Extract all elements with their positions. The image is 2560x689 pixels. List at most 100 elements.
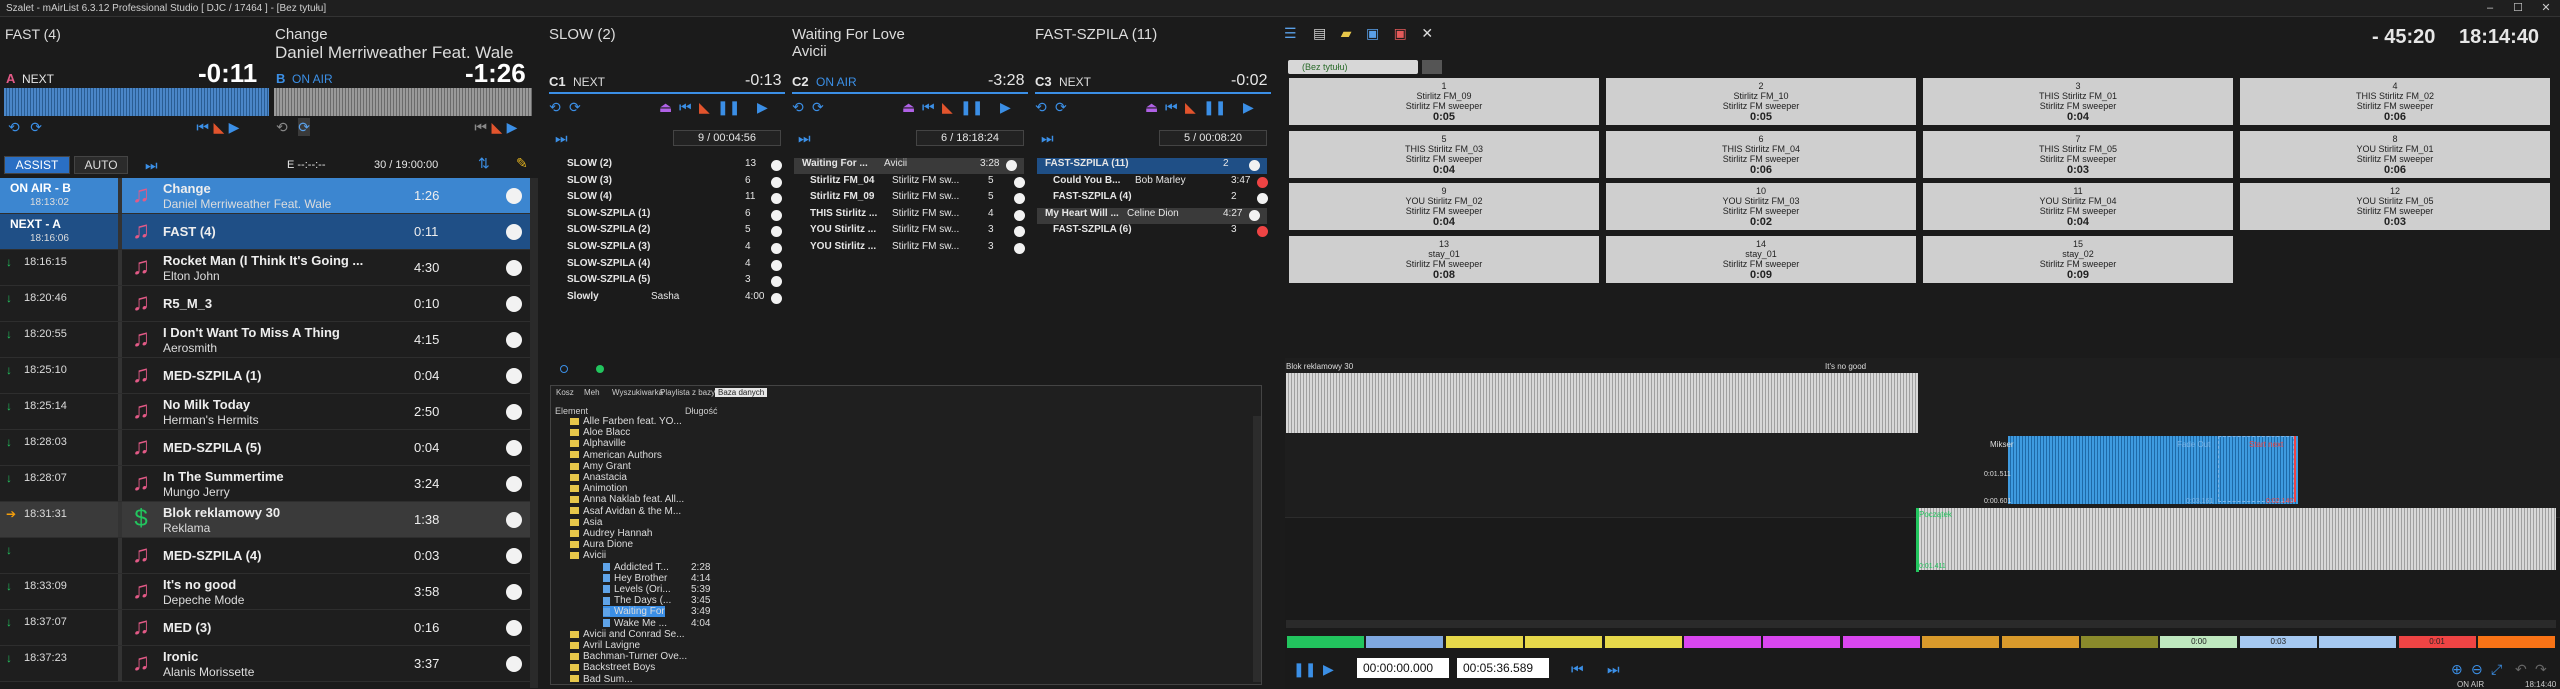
skip-next-icon[interactable]: ⏭ <box>145 156 158 174</box>
tree-item[interactable]: Asia <box>570 517 602 528</box>
tree-item[interactable]: Bad Sum... <box>570 674 632 685</box>
c2-item[interactable]: Stirlitz FM_09 Stirlitz FM sw... 5 <box>802 191 1025 207</box>
playlist-row[interactable]: ↓ ♫ MED-SZPILA (4) 0:03 <box>0 538 530 574</box>
tree-item[interactable]: Waiting For 3:49 <box>603 606 710 618</box>
skip-back-icon[interactable]: ⏮ <box>922 98 935 116</box>
open-folder-icon[interactable]: ▰ <box>1341 24 1352 42</box>
marker-tag[interactable] <box>2081 636 2158 648</box>
c1-item[interactable]: SLOW (2) 13 <box>559 158 782 174</box>
item-toggle[interactable] <box>771 259 782 271</box>
cart-button[interactable]: 8 YOU Stirlitz FM_01 Stirlitz FM sweeper 0:… <box>2240 130 2550 178</box>
zoom-in-icon[interactable]: ⊕ <box>2451 660 2463 678</box>
cart-button[interactable]: 1 Stirlitz FM_09 Stirlitz FM sweeper 0:05 <box>1289 78 1599 125</box>
position-field[interactable]: 00:00:00.000 <box>1357 658 1449 678</box>
playlist-row[interactable]: ↓ 18:28:03 ♫ MED-SZPILA (5) 0:04 <box>0 430 530 466</box>
eject-icon[interactable]: ⏏ <box>902 98 915 116</box>
deck-a-waveform[interactable] <box>4 88 269 116</box>
c1-item[interactable]: SLOW-SZPILA (1) 6 <box>559 208 782 224</box>
undo-icon[interactable]: ↶ <box>2515 660 2527 678</box>
c2-item[interactable]: Stirlitz FM_04 Stirlitz FM sw... 5 <box>802 175 1025 191</box>
playlist-row[interactable]: ↓ 18:28:07 ♫ In The Summertime Mungo Jerry 3:… <box>0 466 530 502</box>
c3-item[interactable]: Could You B... Bob Marley 3:47 <box>1045 175 1268 191</box>
tree-item[interactable]: Hey Brother 4:14 <box>603 573 710 584</box>
playlist-row[interactable]: ON AIR - B 18:13:02 ♫ Change Daniel Merriwea… <box>0 178 530 214</box>
marker-tag[interactable] <box>1763 636 1841 648</box>
marker-tag[interactable] <box>1287 636 1364 648</box>
marker-tag[interactable]: 0:01 <box>2398 636 2476 648</box>
c1-item[interactable]: SLOW (3) 6 <box>559 175 782 191</box>
browser-tab[interactable]: Baza danych <box>715 388 768 397</box>
item-toggle[interactable] <box>1014 193 1025 205</box>
play-icon[interactable]: ▶ <box>757 98 768 116</box>
tree-item[interactable]: Wake Me ... 4:04 <box>603 618 710 629</box>
item-toggle[interactable] <box>1257 176 1268 188</box>
zoom-fit-icon[interactable]: ⤢ <box>2491 660 2502 678</box>
row-toggle[interactable] <box>506 296 522 312</box>
item-toggle[interactable] <box>1249 209 1260 221</box>
play-icon[interactable]: ▶ <box>1243 98 1254 116</box>
loop-icon[interactable]: ⟲ <box>792 98 804 116</box>
cart-button[interactable]: 3 THIS Stirlitz FM_01 Stirlitz FM sweeper 0… <box>1923 78 2233 125</box>
skip-back-icon[interactable]: ⏮ <box>679 98 692 116</box>
item-toggle[interactable] <box>771 160 782 171</box>
item-toggle[interactable] <box>771 276 782 288</box>
browser-scrollbar[interactable] <box>1253 416 1261 682</box>
row-toggle[interactable] <box>506 188 522 204</box>
tree-item[interactable]: Animotion <box>570 483 627 494</box>
cart-button[interactable]: 6 THIS Stirlitz FM_04 Stirlitz FM sweeper 0… <box>1606 130 1916 178</box>
cart-button[interactable]: 7 THIS Stirlitz FM_05 Stirlitz FM sweeper 0… <box>1923 130 2233 178</box>
play-icon[interactable]: ▶ <box>507 118 518 136</box>
playlist-row[interactable]: ↓ 18:25:14 ♫ No Milk Today Herman's Hermits 2… <box>0 394 530 430</box>
tree-item[interactable]: Levels (Ori... 5:39 <box>603 584 710 595</box>
eject-icon[interactable]: ⏏ <box>659 98 672 116</box>
tree-item[interactable]: The Days (... 3:45 <box>603 595 710 606</box>
clear-icon[interactable]: ✕ <box>1421 24 1433 42</box>
play-icon[interactable]: ▶ <box>229 118 240 136</box>
marker-tag[interactable] <box>1445 636 1523 648</box>
item-toggle[interactable] <box>771 193 782 205</box>
start-next-marker[interactable] <box>2294 436 2296 502</box>
editor-waveform-1[interactable] <box>1286 373 1918 433</box>
c2-item[interactable]: Waiting For ... Avicii 3:28 <box>794 158 1024 174</box>
playlist-row[interactable]: ↓ 18:20:55 ♫ I Don't Want To Miss A Thing Ae… <box>0 322 530 358</box>
tree-item[interactable]: Addicted T... 2:28 <box>603 562 710 573</box>
loop-icon[interactable]: ⟲ <box>1035 98 1047 116</box>
item-toggle[interactable] <box>1014 209 1025 221</box>
marker-tag[interactable] <box>2001 636 2079 648</box>
skip-next-icon[interactable]: ⏭ <box>1041 129 1054 147</box>
tree-item[interactable]: Anastacia <box>570 472 627 483</box>
editor-scrollbar[interactable] <box>1286 620 2556 628</box>
row-toggle[interactable] <box>506 440 522 456</box>
item-toggle[interactable] <box>1249 160 1260 171</box>
marker-tag[interactable]: 0:00 <box>2160 636 2238 648</box>
repeat-icon[interactable]: ⟳ <box>812 98 824 116</box>
c1-item[interactable]: SLOW-SZPILA (4) 4 <box>559 258 782 274</box>
cart-button[interactable]: 14 stay_01 Stirlitz FM sweeper 0:09 <box>1606 235 1916 283</box>
row-toggle[interactable] <box>506 512 522 528</box>
tree-item[interactable]: Amy Grant <box>570 461 631 472</box>
c1-item[interactable]: Slowly Sasha 4:00 <box>559 291 782 307</box>
c2-item[interactable]: THIS Stirlitz ... Stirlitz FM sw... 4 <box>802 208 1025 224</box>
editor-waveform-2[interactable] <box>1916 508 2556 570</box>
save-as-icon[interactable]: ▣ <box>1394 24 1407 42</box>
pause-icon[interactable]: ❚❚ <box>1203 98 1226 116</box>
c3-item[interactable]: FAST-SZPILA (11) 2 <box>1037 158 1267 174</box>
cart-tab[interactable]: (Bez tytułu) <box>1288 60 1418 74</box>
loop-icon[interactable]: ⟲ <box>8 118 20 136</box>
tree-item[interactable]: Avicii and Conrad Se... <box>570 629 685 640</box>
c1-item[interactable]: SLOW (4) 11 <box>559 191 782 207</box>
playlist-row[interactable]: NEXT - A 18:16:06 ♫ FAST (4) 0:11 <box>0 214 530 250</box>
cart-button[interactable]: 11 YOU Stirlitz FM_04 Stirlitz FM sweeper 0… <box>1923 183 2233 230</box>
repeat-icon[interactable]: ⟳ <box>298 118 310 136</box>
redo-icon[interactable]: ↷ <box>2535 660 2547 678</box>
new-icon[interactable]: ▤ <box>1313 24 1326 42</box>
marker-tag[interactable] <box>2319 636 2397 648</box>
tree-item[interactable]: Backstreet Boys <box>570 662 655 673</box>
deck-b-waveform[interactable] <box>274 88 532 116</box>
auto-button[interactable]: AUTO <box>74 156 128 174</box>
playlist-scrollbar[interactable] <box>530 178 538 688</box>
row-toggle[interactable] <box>506 260 522 276</box>
row-toggle[interactable] <box>506 332 522 348</box>
cart-button[interactable]: 15 stay_02 Stirlitz FM sweeper 0:09 <box>1923 235 2233 283</box>
row-toggle[interactable] <box>506 548 522 564</box>
